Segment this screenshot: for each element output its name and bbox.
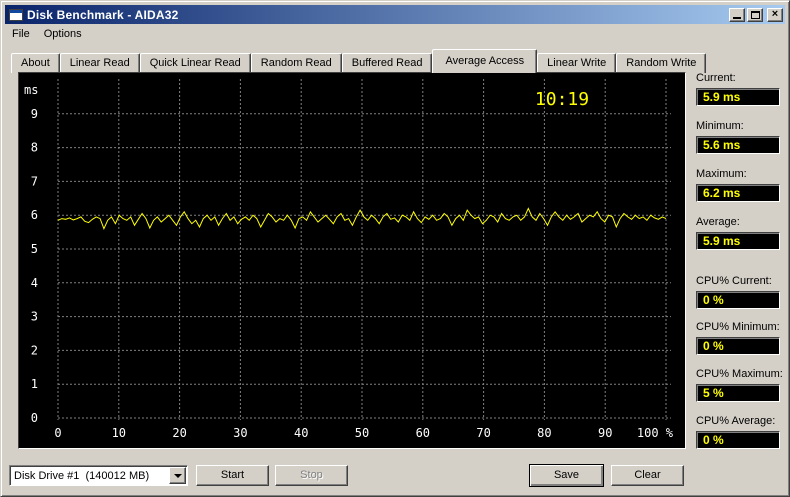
chevron-down-icon xyxy=(173,473,182,478)
tab-quick-linear-read[interactable]: Quick Linear Read xyxy=(139,53,251,73)
tab-random-read[interactable]: Random Read xyxy=(250,53,342,73)
tab-buffered-read[interactable]: Buffered Read xyxy=(341,53,433,73)
benchmark-chart: 0 1 2 3 4 5 6 7 8 9 0 10 20 30 40 50 60 70 80 90 100 % ms 10:1… xyxy=(18,72,686,449)
maximize-icon xyxy=(750,10,760,19)
svg-text:ms: ms xyxy=(24,83,38,97)
chart-canvas: 01234567890 10 20 30 40 50 60 70 80 90 100 %ms 10:1… xyxy=(24,79,674,440)
start-button[interactable]: Start xyxy=(196,465,269,486)
svg-text:80: 80 xyxy=(537,426,551,440)
maximize-button[interactable] xyxy=(747,7,763,22)
stat-label-current: Current: xyxy=(696,72,736,84)
close-icon: × xyxy=(771,7,779,20)
stat-value-cpu-minimum: 0 % xyxy=(696,337,780,355)
stat-value-cpu-current: 0 % xyxy=(696,291,780,309)
tab-average-access[interactable]: Average Access xyxy=(432,49,538,73)
svg-text:4: 4 xyxy=(31,276,38,290)
disk-drive-dropdown-button[interactable] xyxy=(169,467,186,484)
svg-text:0: 0 xyxy=(54,426,61,440)
stat-value-minimum: 5.6 ms xyxy=(696,136,780,154)
titlebar[interactable]: Disk Benchmark - AIDA32 × xyxy=(5,5,785,24)
svg-text:9: 9 xyxy=(31,107,38,121)
stat-value-average: 5.9 ms xyxy=(696,232,780,250)
stat-value-cpu-average: 0 % xyxy=(696,431,780,449)
minimize-button[interactable] xyxy=(729,7,745,22)
svg-text:50: 50 xyxy=(355,426,369,440)
svg-text:20: 20 xyxy=(172,426,186,440)
svg-text:10:19: 10:19 xyxy=(535,89,589,110)
svg-text:70: 70 xyxy=(476,426,490,440)
clear-button[interactable]: Clear xyxy=(611,465,684,486)
tab-random-write[interactable]: Random Write xyxy=(616,53,707,73)
svg-text:40: 40 xyxy=(294,426,308,440)
stat-label-cpu-maximum: CPU% Maximum: xyxy=(696,368,783,380)
close-button[interactable]: × xyxy=(767,7,783,22)
svg-text:5: 5 xyxy=(31,242,38,256)
menu-options[interactable]: Options xyxy=(37,26,89,42)
disk-benchmark-window: Disk Benchmark - AIDA32 × File Options A… xyxy=(0,0,790,497)
svg-text:8: 8 xyxy=(31,141,38,155)
stat-label-cpu-average: CPU% Average: xyxy=(696,415,776,427)
tab-linear-write[interactable]: Linear Write xyxy=(537,53,617,73)
svg-text:90: 90 xyxy=(598,426,612,440)
app-icon xyxy=(9,8,23,21)
stat-label-maximum: Maximum: xyxy=(696,168,747,180)
svg-text:100 %: 100 % xyxy=(637,426,674,440)
svg-text:30: 30 xyxy=(233,426,247,440)
stat-label-cpu-current: CPU% Current: xyxy=(696,275,772,287)
menu-file[interactable]: File xyxy=(5,26,37,42)
stat-label-minimum: Minimum: xyxy=(696,120,744,132)
stat-value-current: 5.9 ms xyxy=(696,88,780,106)
svg-text:6: 6 xyxy=(31,208,38,222)
svg-text:2: 2 xyxy=(31,343,38,357)
disk-drive-select[interactable]: Disk Drive #1 (140012 MB) xyxy=(9,465,188,486)
window-title: Disk Benchmark - AIDA32 xyxy=(27,7,179,22)
stat-label-cpu-minimum: CPU% Minimum: xyxy=(696,321,780,333)
tab-about[interactable]: About xyxy=(11,53,60,73)
svg-text:0: 0 xyxy=(31,411,38,425)
svg-text:7: 7 xyxy=(31,174,38,188)
menubar: File Options xyxy=(5,25,89,43)
svg-text:60: 60 xyxy=(416,426,430,440)
stat-value-maximum: 6.2 ms xyxy=(696,184,780,202)
stop-button[interactable]: Stop xyxy=(275,465,348,486)
svg-text:10: 10 xyxy=(112,426,126,440)
minimize-icon xyxy=(733,17,741,19)
disk-drive-selected-value: Disk Drive #1 (140012 MB) xyxy=(14,469,150,482)
svg-text:3: 3 xyxy=(31,310,38,324)
save-button[interactable]: Save xyxy=(529,464,604,487)
benchmark-tabs: About Linear Read Quick Linear Read Rand… xyxy=(11,49,707,73)
tab-linear-read[interactable]: Linear Read xyxy=(59,53,140,73)
stat-label-average: Average: xyxy=(696,216,740,228)
stat-value-cpu-maximum: 5 % xyxy=(696,384,780,402)
svg-text:1: 1 xyxy=(31,377,38,391)
